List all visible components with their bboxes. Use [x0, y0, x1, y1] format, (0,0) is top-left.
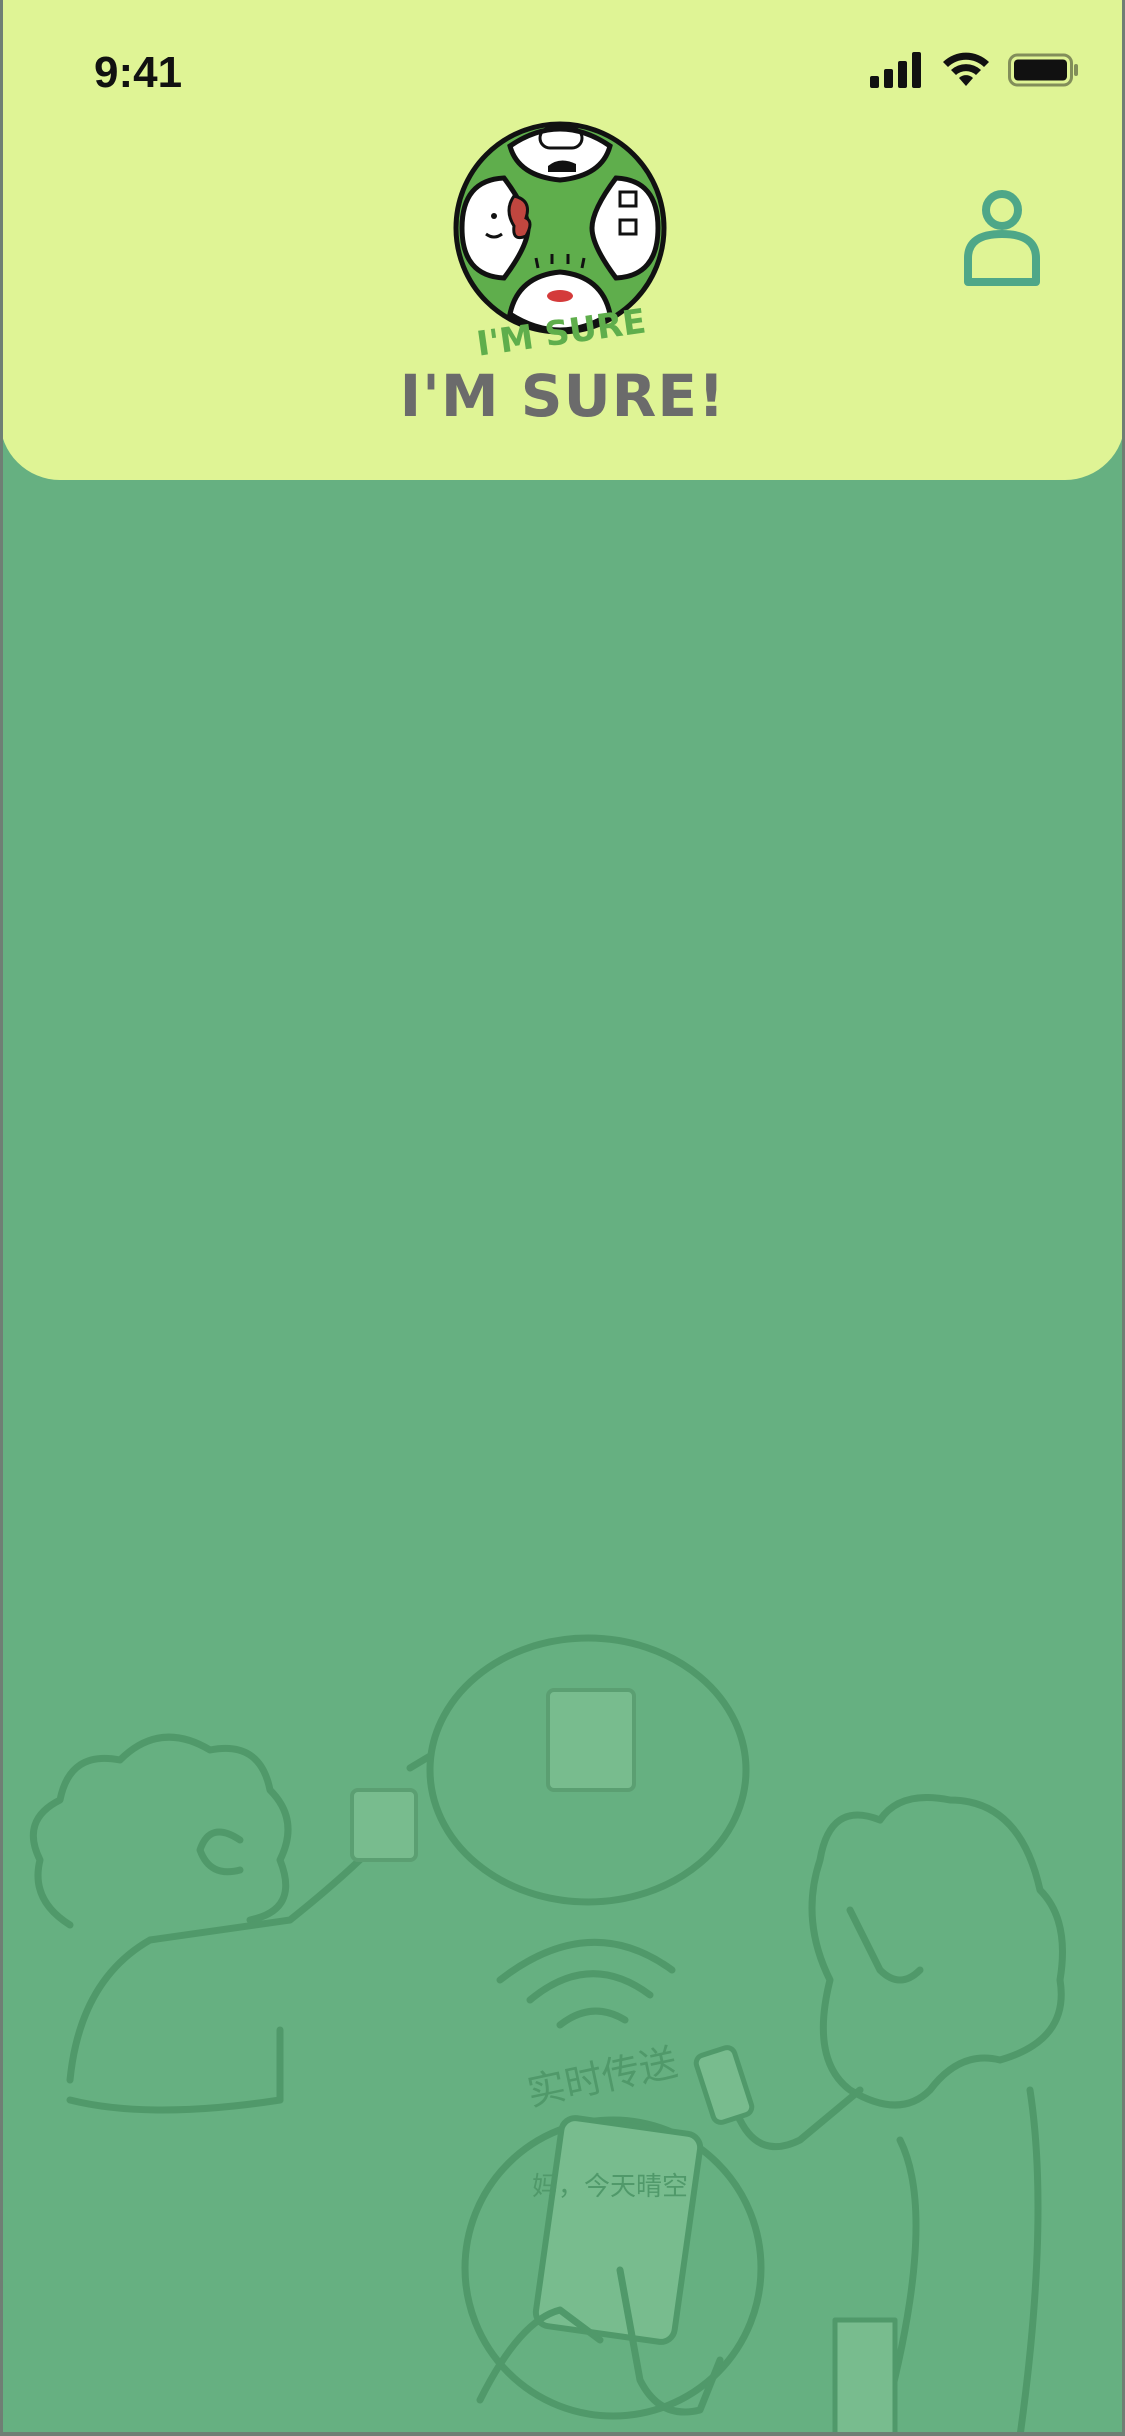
status-icons: [870, 52, 1080, 88]
app-title: I'M SURE!: [399, 362, 726, 430]
status-time: 9:41: [94, 48, 183, 97]
signal-icon: [870, 52, 921, 88]
user-icon[interactable]: [960, 186, 1044, 288]
background-illustration: 实时传送 妈，今天晴空: [29, 1634, 1066, 2436]
wifi-icon: [943, 52, 989, 86]
svg-text:妈，今天晴空: 妈，今天晴空: [532, 2172, 688, 2202]
battery-icon: [1008, 53, 1078, 87]
app-header: 9:41 I'M SURE I'M SURE!: [0, 0, 1125, 480]
svg-text:实时传送: 实时传送: [523, 2040, 681, 2115]
app-logo: I'M SURE: [453, 121, 667, 358]
